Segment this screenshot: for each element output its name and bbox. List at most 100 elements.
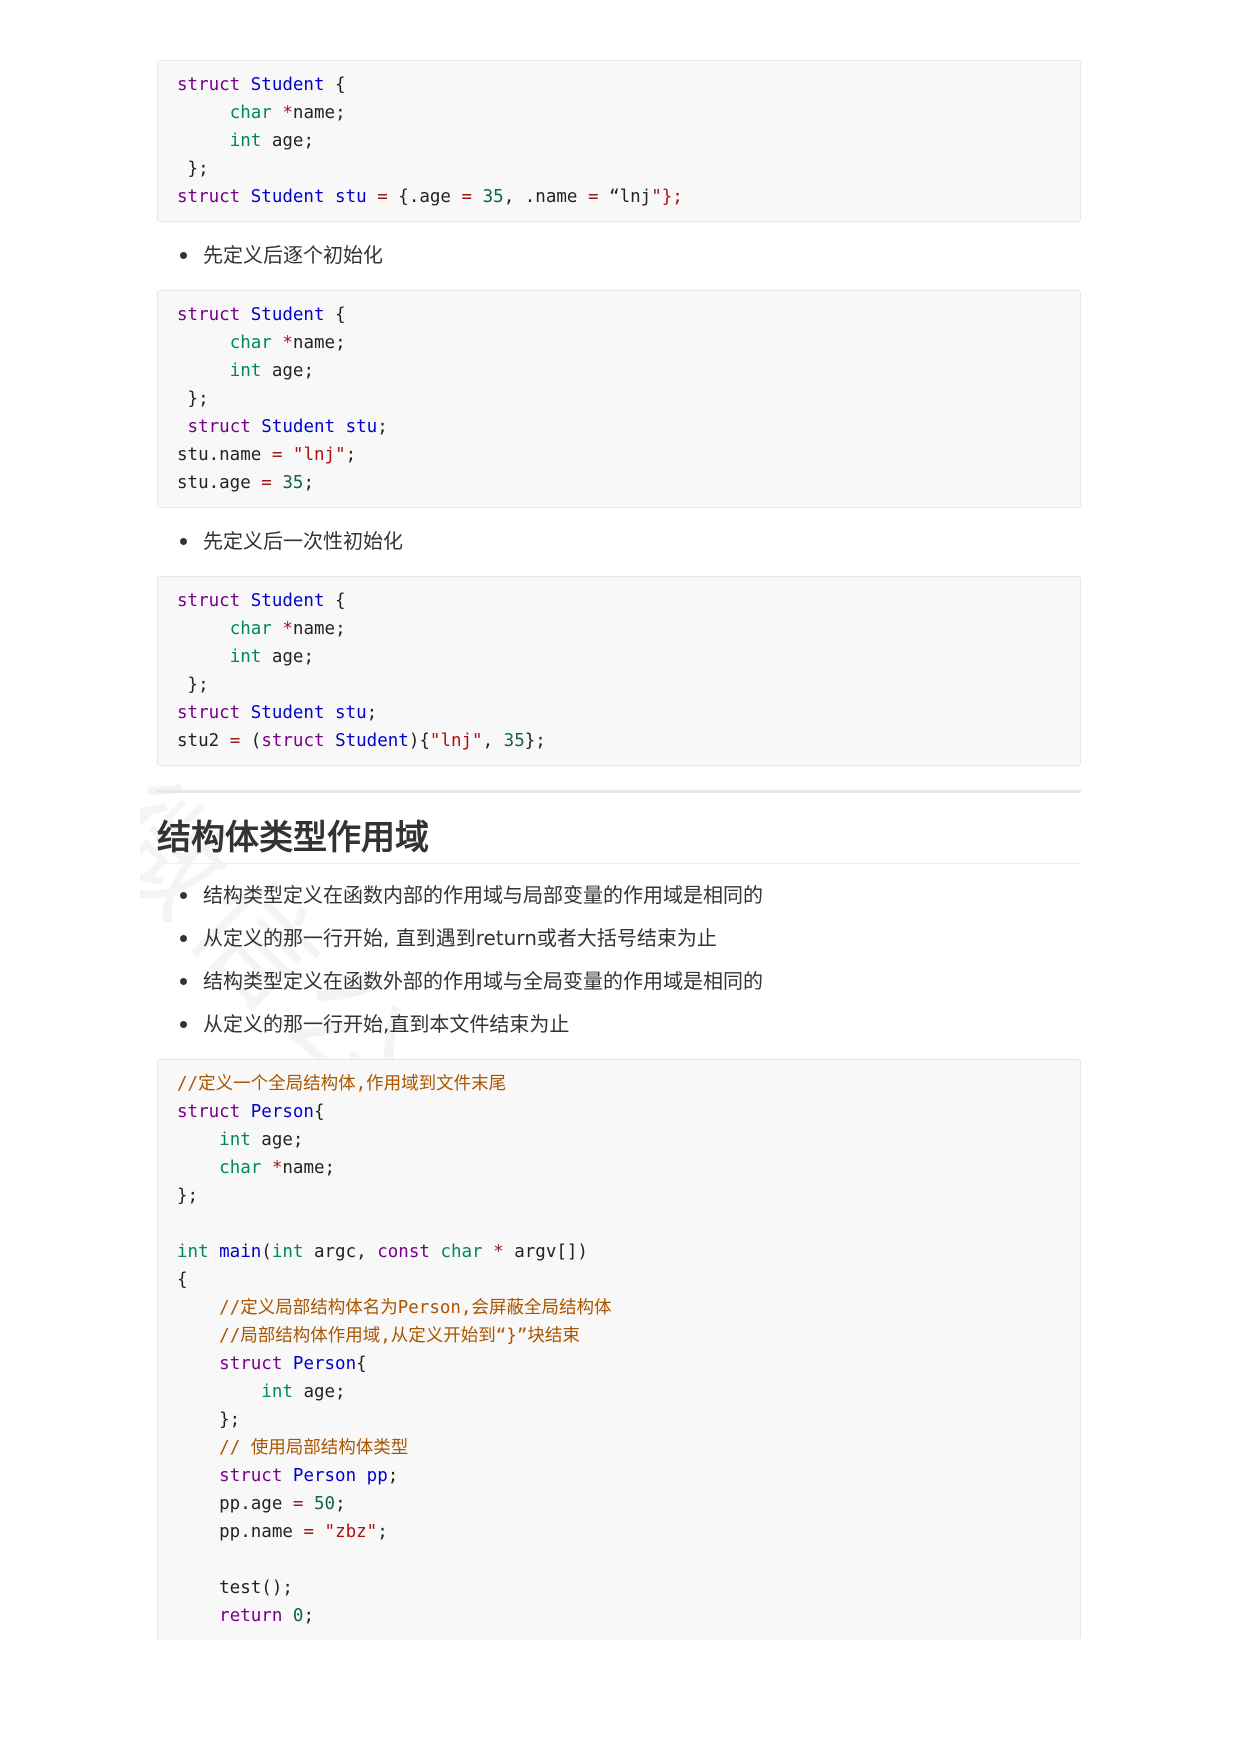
code-token: age; <box>261 647 314 667</box>
code-block-scope-example: //定义一个全局结构体,作用域到文件末尾 struct Person{ int a… <box>157 1059 1081 1640</box>
code-token: ; <box>377 417 388 437</box>
code-token: struct <box>177 703 241 723</box>
code-line: struct Student stu; <box>177 699 1061 727</box>
code-line: struct Student stu = {.age = 35, .name =… <box>177 183 1061 211</box>
code-token: { <box>324 75 346 95</box>
code-token: 35 <box>282 473 304 493</box>
code-token: = <box>271 445 283 465</box>
code-token: struct <box>219 1354 283 1374</box>
code-token: 0 <box>292 1606 304 1626</box>
code-line: }; <box>177 671 1061 699</box>
code-line: stu2 = (struct Student){"lnj", 35}; <box>177 727 1061 755</box>
code-line: // 使用局部结构体类型 <box>177 1434 1061 1462</box>
code-token: }; <box>177 1410 241 1430</box>
code-token: 50 <box>314 1494 336 1514</box>
code-token: argc, <box>303 1242 378 1262</box>
code-token: int <box>271 1242 304 1262</box>
code-token: "lnj" <box>429 731 483 751</box>
list-item: 从定义的那一行开始, 直到遇到return或者大括号结束为止 <box>157 923 1081 953</box>
code-token: name; <box>282 1158 336 1178</box>
code-token: }; <box>177 389 209 409</box>
code-token: {.age <box>387 187 462 207</box>
code-line: }; <box>177 385 1061 413</box>
list-item: 先定义后逐个初始化 <box>157 240 1081 270</box>
bullet-dot-icon <box>180 892 187 899</box>
code-token: //定义一个全局结构体,作用域到文件末尾 <box>177 1074 507 1094</box>
code-line: pp.age = 50; <box>177 1490 1061 1518</box>
code-token: Student <box>240 591 325 611</box>
code-token: = <box>261 473 272 493</box>
code-token: age; <box>261 361 314 381</box>
code-token: = <box>292 1494 304 1514</box>
code-token: pp.age <box>177 1494 293 1514</box>
code-token: Student <box>240 305 325 325</box>
code-token: struct <box>177 75 241 95</box>
code-token: Person <box>282 1354 357 1374</box>
code-token: name; <box>292 333 346 353</box>
code-token: name; <box>292 619 346 639</box>
code-line: struct Student { <box>177 301 1061 329</box>
bullet-list-scope: 结构类型定义在函数内部的作用域与局部变量的作用域是相同的 从定义的那一行开始, … <box>157 880 1081 1039</box>
code-line: char *name; <box>177 615 1061 643</box>
list-item-text: 从定义的那一行开始,直到本文件结束为止 <box>203 1012 570 1036</box>
code-token: ; <box>335 1494 346 1514</box>
code-token: { <box>356 1354 367 1374</box>
code-token: 35 <box>503 731 525 751</box>
code-block-member-init: struct Student { char *name; int age; };… <box>157 290 1081 508</box>
code-line: struct Person{ <box>177 1350 1061 1378</box>
code-token: argv[]) <box>503 1242 588 1262</box>
code-token: age; <box>292 1382 346 1402</box>
list-item: 先定义后一次性初始化 <box>157 526 1081 556</box>
code-token: }; <box>177 675 209 695</box>
code-token: name; <box>292 103 346 123</box>
code-token: int <box>177 1242 209 1262</box>
bullet-dot-icon <box>180 1021 187 1028</box>
code-token: { <box>324 305 346 325</box>
code-token: const <box>377 1242 430 1262</box>
code-token: Student <box>324 731 409 751</box>
list-item-text: 先定义后一次性初始化 <box>203 529 403 553</box>
code-token: { <box>313 1102 325 1122</box>
code-line: stu.age = 35; <box>177 469 1061 497</box>
code-token: "zbz" <box>324 1522 378 1542</box>
code-token: char <box>219 1158 262 1178</box>
code-token: { <box>177 1270 188 1290</box>
code-token: ){ <box>408 731 430 751</box>
code-line: struct Student stu; <box>177 413 1061 441</box>
code-token: = <box>587 187 599 207</box>
code-line: }; <box>177 1182 1061 1210</box>
list-item-text: 先定义后逐个初始化 <box>203 243 383 267</box>
code-token: struct <box>177 187 241 207</box>
code-line: }; <box>177 1406 1061 1434</box>
code-token: //定义局部结构体名为Person,会屏蔽全局结构体 <box>219 1298 612 1318</box>
list-item: 从定义的那一行开始,直到本文件结束为止 <box>157 1009 1081 1039</box>
code-token: int <box>229 131 262 151</box>
code-token: // 使用局部结构体类型 <box>219 1438 409 1458</box>
code-token: stu <box>324 187 367 207</box>
code-token: //局部结构体作用域,从定义开始到“}”块结束 <box>219 1326 580 1346</box>
list-item-text: 结构类型定义在函数外部的作用域与全局变量的作用域是相同的 <box>203 969 763 993</box>
code-token: ; <box>345 445 357 465</box>
code-line: return 0; <box>177 1602 1061 1630</box>
code-line: struct Student { <box>177 587 1061 615</box>
code-line: int age; <box>177 357 1061 385</box>
bullet-list-2: 先定义后一次性初始化 <box>157 526 1081 556</box>
code-line: //定义局部结构体名为Person,会屏蔽全局结构体 <box>177 1294 1061 1322</box>
code-token: pp.name <box>177 1522 304 1542</box>
code-token: Person <box>282 1466 357 1486</box>
list-item: 结构类型定义在函数外部的作用域与全局变量的作用域是相同的 <box>157 966 1081 996</box>
code-line: }; <box>177 155 1061 183</box>
code-token: = <box>229 731 241 751</box>
code-token: }; <box>177 159 209 179</box>
code-token: struct <box>219 1466 283 1486</box>
code-token: char <box>429 1242 483 1262</box>
